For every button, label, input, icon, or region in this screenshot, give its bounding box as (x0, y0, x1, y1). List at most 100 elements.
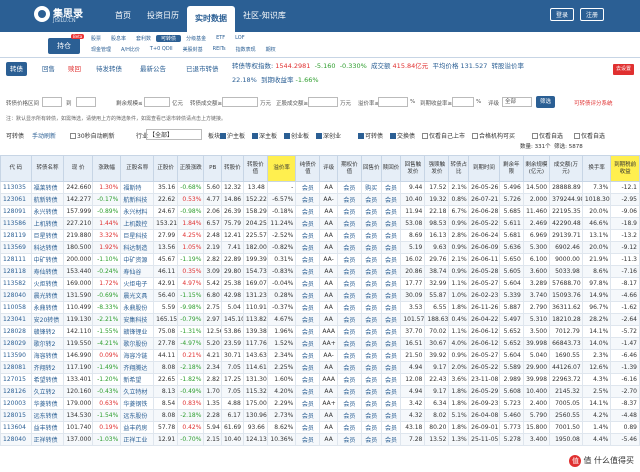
column-header[interactable]: 评级 (319, 155, 338, 182)
column-header[interactable]: 转股价值 (242, 155, 268, 182)
column-header[interactable]: 纯债价值 (295, 155, 321, 182)
table-cell[interactable]: 巨星转债 (30, 229, 65, 242)
type-exchangeable[interactable]: 交换债 (390, 131, 415, 140)
price-max-input[interactable] (76, 97, 96, 107)
subnav-reits[interactable]: REITs (208, 46, 231, 53)
tab-putback[interactable]: 回售 (42, 62, 55, 76)
board-sz-chinext[interactable]: 深创业 (316, 131, 341, 140)
qualified-toggle[interactable]: 合格机构可买 (472, 131, 515, 140)
table-cell[interactable]: 会员 (380, 301, 402, 314)
board-sh-main[interactable]: 沪主板 (220, 131, 245, 140)
table-cell[interactable]: 会员 (380, 373, 402, 386)
table-cell[interactable]: 会员 (360, 313, 382, 326)
table-cell[interactable]: 会员 (336, 313, 362, 326)
table-cell[interactable]: 会员 (336, 229, 362, 242)
tab-bonds[interactable]: 转债 (6, 62, 27, 76)
table-cell[interactable]: 会员 (295, 373, 321, 386)
table-cell[interactable]: 128029 (0, 337, 32, 350)
table-cell[interactable]: 会员 (336, 349, 362, 362)
table-cell[interactable]: 会员 (295, 409, 321, 422)
subnav-us-fund[interactable]: 美股封基 (178, 46, 208, 53)
table-cell[interactable]: 会员 (295, 433, 321, 446)
only-fav-toggle[interactable]: 仅看自选 (532, 131, 563, 140)
table-cell[interactable]: 会员 (295, 289, 321, 302)
table-cell[interactable]: 新希望 (120, 373, 155, 386)
table-cell[interactable]: 会员 (295, 397, 321, 410)
table-cell[interactable]: 120003 (0, 397, 32, 410)
table-row[interactable]: 128028 赣锋转2 142.110 -1.55% 赣锋锂业 75.08 -1.31% 12… (0, 325, 640, 338)
tab-notices[interactable]: 最新公告 (140, 62, 166, 76)
site-logo[interactable]: 集思录 JISILU.CN (34, 5, 83, 27)
subnav-arbitrage[interactable]: 套利数 (131, 35, 156, 42)
table-cell[interactable]: 110058 (0, 301, 32, 314)
table-cell[interactable]: 希望转债 (30, 373, 65, 386)
table-cell[interactable]: 会员 (360, 205, 382, 218)
table-cell[interactable]: 113582 (0, 277, 32, 290)
tab-pending[interactable]: 待发转债 (96, 62, 122, 76)
subnav-qdii[interactable]: T+0 QDII (145, 46, 178, 53)
premium-input[interactable] (378, 97, 408, 107)
nav-calendar[interactable]: 投资日历 (139, 0, 187, 32)
table-cell[interactable]: 会员 (380, 409, 402, 422)
table-cell[interactable]: 会员 (295, 277, 321, 290)
table-cell[interactable]: 会员 (336, 433, 362, 446)
table-cell[interactable]: 128040 (0, 289, 32, 302)
table-cell[interactable]: 益丰转债 (30, 421, 65, 434)
table-cell[interactable]: 会员 (380, 193, 402, 206)
column-header[interactable]: 剩余规模(亿元) (522, 155, 551, 182)
price-min-input[interactable] (42, 97, 62, 107)
remaining-input[interactable] (144, 97, 170, 107)
table-cell[interactable]: 会员 (380, 265, 402, 278)
table-cell[interactable]: 128126 (0, 385, 32, 398)
table-cell[interactable]: 购买 (360, 181, 382, 194)
table-row[interactable]: 113604 益丰转债 101.740 0.19% 益丰药房 57.78 0.42% 5.94… (0, 421, 640, 434)
table-row[interactable]: 123041 安20转债 119.130 -2.21% 安集科技 165.15 -0.79%… (0, 313, 640, 326)
table-cell[interactable]: 113035 (0, 181, 32, 194)
column-header[interactable]: 正股价 (153, 155, 179, 182)
table-cell[interactable]: 113569 (0, 241, 32, 254)
table-cell[interactable]: 会员 (336, 265, 362, 278)
table-cell[interactable]: 会员 (295, 421, 321, 434)
table-cell[interactable]: 会员 (380, 397, 402, 410)
table-cell[interactable]: 会员 (360, 241, 382, 254)
table-cell[interactable]: 永鼎股份 (120, 301, 155, 314)
table-cell[interactable]: 会员 (360, 349, 382, 362)
table-cell[interactable]: 会员 (336, 253, 362, 266)
table-row[interactable]: 113582 火炬转债 169.000 1.72% 火炬电子 42.91 4.97% 5.42… (0, 277, 640, 290)
subnav-etf[interactable]: ETF (211, 35, 230, 42)
table-cell[interactable]: 会员 (336, 289, 362, 302)
table-cell[interactable]: 会员 (380, 313, 402, 326)
table-cell[interactable]: 福斯特 (120, 181, 155, 194)
column-header[interactable]: 强赎触发价 (424, 155, 450, 182)
column-header[interactable]: 现 价 (63, 155, 93, 182)
table-cell[interactable]: 会员 (380, 433, 402, 446)
table-cell[interactable]: 会员 (360, 409, 382, 422)
table-cell[interactable]: 128091 (0, 205, 32, 218)
table-cell[interactable]: 久立转2 (30, 385, 65, 398)
holdings-button[interactable]: 持仓 (48, 38, 80, 54)
table-cell[interactable]: 会员 (295, 253, 321, 266)
table-cell[interactable]: 永兴转债 (30, 205, 65, 218)
table-row[interactable]: 128091 永兴转债 157.999 -0.89% 永兴材料 24.67 -0.98% 2.… (0, 205, 640, 218)
table-cell[interactable]: 会员 (360, 265, 382, 278)
table-cell[interactable]: 会员 (295, 349, 321, 362)
column-header[interactable]: 剩余年限 (498, 155, 524, 182)
tab-delisted[interactable]: 已退市转债 (186, 62, 219, 76)
table-cell[interactable]: 会员 (336, 277, 362, 290)
table-cell[interactable]: 会员 (295, 205, 321, 218)
filter-button[interactable]: 筛选 (536, 96, 556, 108)
table-cell[interactable]: 128028 (0, 325, 32, 338)
table-cell[interactable]: 会员 (360, 193, 382, 206)
industry-select[interactable]: 【全部】 (146, 129, 202, 140)
table-cell[interactable]: 会员 (336, 217, 362, 230)
table-cell[interactable]: 火炬电子 (120, 277, 155, 290)
column-header[interactable]: 换手率 (581, 155, 612, 182)
table-cell[interactable]: 晨光文具 (120, 289, 155, 302)
table-cell[interactable]: 正祥工业 (120, 433, 155, 446)
table-cell[interactable]: 128118 (0, 265, 32, 278)
column-header[interactable]: 正股涨跌 (177, 155, 205, 182)
column-header[interactable]: PB (203, 155, 222, 182)
register-button[interactable]: 注册 (580, 8, 605, 21)
table-row[interactable]: 128081 齐翔转2 117.190 -1.49% 齐翔腾达 8.08 -2.18% 2.3… (0, 361, 640, 374)
table-cell[interactable]: 华菱转债 (30, 397, 65, 410)
